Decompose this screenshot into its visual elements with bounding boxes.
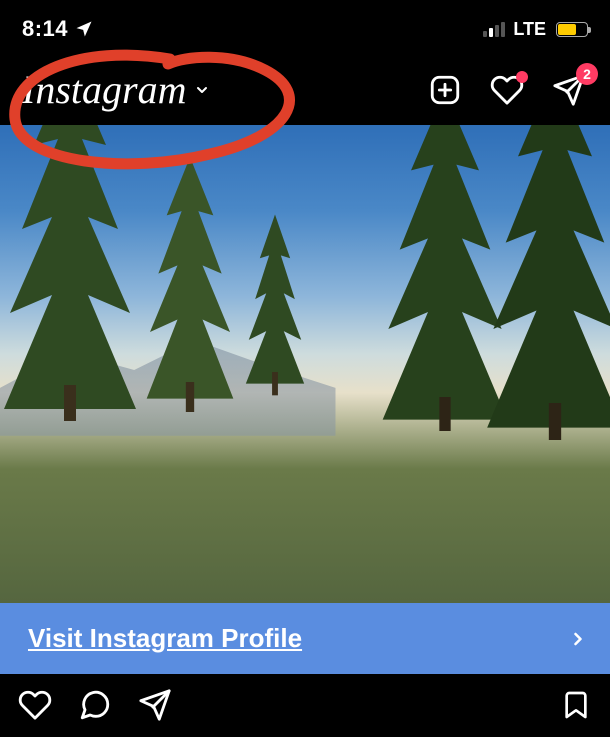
direct-messages-button[interactable]: 2 (552, 73, 586, 107)
chevron-down-icon (194, 82, 210, 98)
activity-badge-dot (516, 71, 528, 83)
instagram-logo-text: Instagram (22, 66, 186, 113)
cell-signal-icon (483, 22, 505, 37)
banner-text: Visit Instagram Profile (28, 623, 302, 654)
header-actions: 2 (428, 73, 586, 107)
chevron-right-icon (568, 625, 588, 653)
share-button[interactable] (138, 688, 172, 722)
post-action-bar (0, 674, 610, 730)
battery-icon (556, 22, 588, 37)
profile-link-banner[interactable]: Visit Instagram Profile (0, 603, 610, 674)
status-right: LTE (483, 19, 588, 40)
feed-photo[interactable] (0, 125, 610, 603)
like-button[interactable] (18, 688, 52, 722)
location-icon (74, 19, 94, 39)
clock-time: 8:14 (22, 16, 68, 42)
create-post-button[interactable] (428, 73, 462, 107)
app-header: Instagram 2 (0, 48, 610, 125)
activity-button[interactable] (490, 73, 524, 107)
network-label: LTE (513, 19, 546, 40)
save-button[interactable] (560, 689, 592, 721)
photo-tree (470, 125, 610, 440)
instagram-logo[interactable]: Instagram (18, 66, 210, 113)
dm-badge-count: 2 (576, 63, 598, 85)
status-bar: 8:14 LTE (0, 0, 610, 48)
photo-tree (240, 202, 310, 402)
comment-button[interactable] (78, 688, 112, 722)
photo-tree (0, 125, 160, 421)
photo-tree (140, 152, 240, 412)
status-left: 8:14 (22, 16, 94, 42)
